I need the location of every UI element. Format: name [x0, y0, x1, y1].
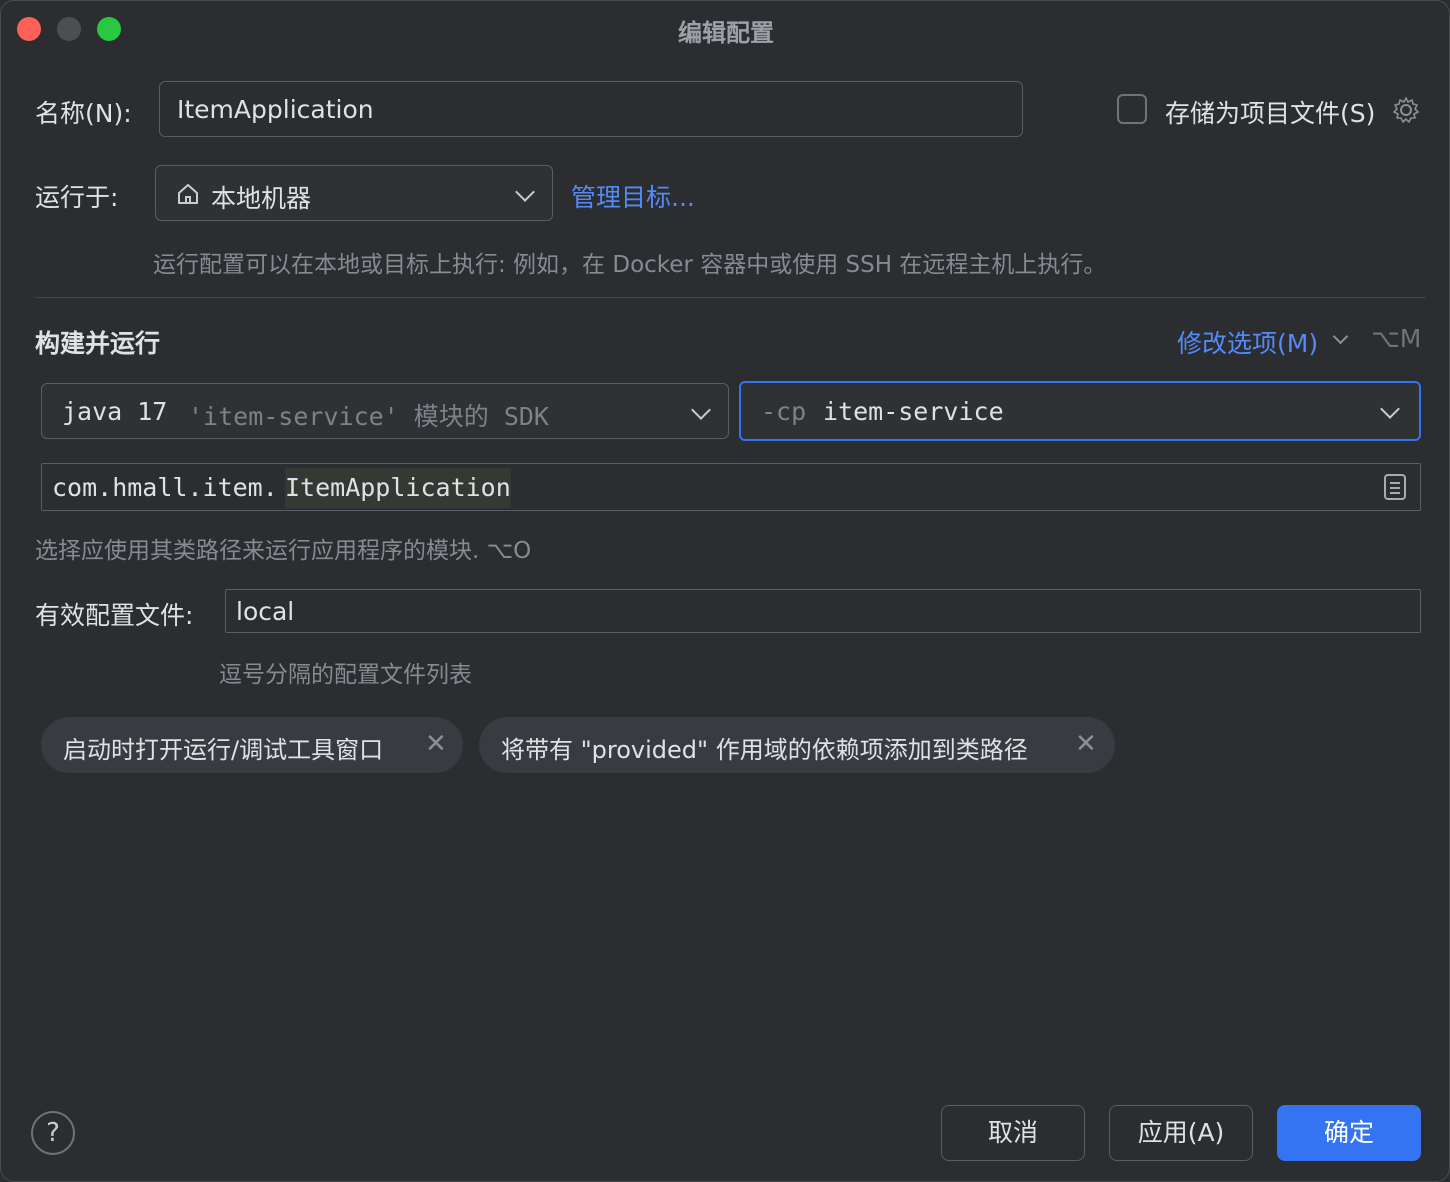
classpath-module-value: item-service	[823, 397, 1004, 426]
apply-button[interactable]: 应用(A)	[1109, 1105, 1253, 1161]
dialog-window: 编辑配置 名称(N): ItemApplication 存储为项目文件(S) 运…	[0, 0, 1450, 1182]
store-as-project-file-checkbox[interactable]	[1117, 94, 1147, 124]
module-hint: 选择应使用其类路径来运行应用程序的模块. ⌥O	[35, 538, 532, 564]
ok-button[interactable]: 确定	[1277, 1105, 1421, 1161]
run-on-label: 运行于:	[35, 183, 119, 212]
title-bar: 编辑配置	[1, 1, 1450, 57]
manage-targets-link[interactable]: 管理目标...	[571, 178, 695, 214]
cancel-button[interactable]: 取消	[941, 1105, 1085, 1161]
browse-class-icon[interactable]	[1384, 474, 1406, 500]
active-profiles-label: 有效配置文件:	[35, 601, 194, 630]
window-title: 编辑配置	[678, 19, 774, 47]
active-profiles-hint: 逗号分隔的配置文件列表	[219, 662, 472, 688]
sdk-description: 'item-service' 模块的 SDK	[188, 402, 549, 431]
chevron-down-icon	[691, 400, 711, 420]
name-input[interactable]: ItemApplication	[159, 81, 1023, 137]
sdk-dropdown[interactable]: java 17 'item-service' 模块的 SDK	[41, 383, 729, 439]
chevron-down-icon	[515, 182, 535, 202]
home-icon	[176, 182, 200, 206]
option-chip-provided-scope[interactable]: 将带有 "provided" 作用域的依赖项添加到类路径 ✕	[479, 717, 1115, 773]
store-as-project-file-label[interactable]: 存储为项目文件(S)	[1165, 94, 1375, 130]
main-class-package: com.hmall.item.	[52, 473, 278, 502]
run-on-hint: 运行配置可以在本地或目标上执行: 例如，在 Docker 容器中或使用 SSH …	[153, 252, 1107, 278]
close-icon[interactable]: ✕	[425, 729, 447, 759]
gear-icon[interactable]	[1391, 95, 1421, 125]
modify-options-link[interactable]: 修改选项(M)	[1177, 324, 1318, 360]
build-run-section-title: 构建并运行	[35, 329, 161, 358]
chevron-down-icon	[1332, 328, 1349, 345]
name-label: 名称(N):	[35, 99, 132, 128]
name-value: ItemApplication	[177, 95, 374, 124]
sdk-version: java 17	[62, 397, 168, 426]
active-profiles-value: local	[236, 597, 295, 626]
modify-options-shortcut: ⌥M	[1371, 324, 1422, 353]
classpath-flag: -cp	[761, 397, 807, 426]
main-class-input[interactable]: com.hmall.item. ItemApplication	[41, 463, 1421, 511]
help-button[interactable]: ?	[31, 1111, 75, 1155]
help-icon: ?	[46, 1118, 60, 1148]
run-target-value: 本地机器	[211, 184, 312, 213]
active-profiles-input[interactable]: local	[225, 589, 1421, 633]
chip-label: 启动时打开运行/调试工具窗口	[63, 736, 384, 764]
option-chip-open-run-window[interactable]: 启动时打开运行/调试工具窗口 ✕	[41, 717, 463, 773]
chevron-down-icon	[1380, 399, 1400, 419]
close-icon[interactable]: ✕	[1075, 729, 1097, 759]
classpath-module-dropdown[interactable]: -cp item-service	[739, 381, 1421, 441]
main-class-name: ItemApplication	[285, 468, 511, 508]
run-target-dropdown[interactable]: 本地机器	[155, 165, 553, 221]
chip-label: 将带有 "provided" 作用域的依赖项添加到类路径	[501, 736, 1028, 764]
section-divider	[35, 297, 1426, 298]
